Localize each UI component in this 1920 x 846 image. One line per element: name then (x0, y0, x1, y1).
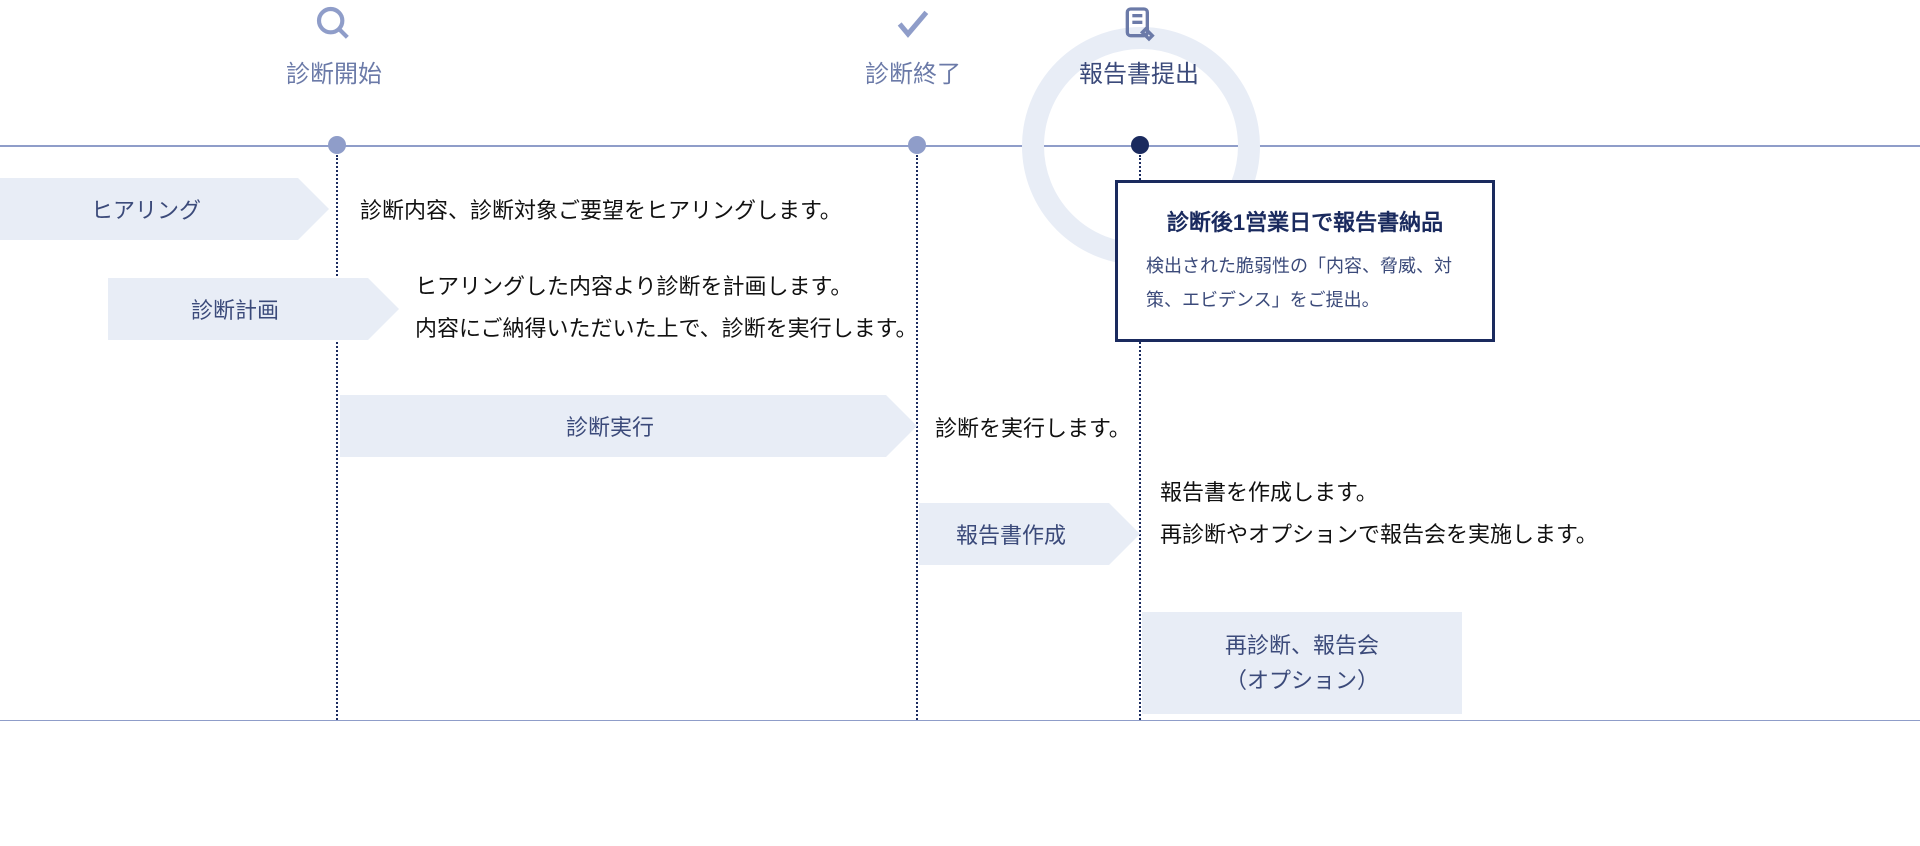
option-line2: （オプション） (1142, 663, 1462, 698)
step-plan: 診断計画 (108, 278, 368, 340)
step-write-desc: 報告書を作成します。 再診断やオプションで報告会を実施します。 (1160, 472, 1598, 556)
timeline-line (0, 145, 1920, 147)
milestone-report-dot (1131, 136, 1149, 154)
milestone-start: 診断開始 (286, 0, 382, 89)
step-write: 報告書作成 (919, 503, 1109, 565)
milestone-end: 診断終了 (865, 0, 961, 89)
step-hearing-desc: 診断内容、診断対象ご要望をヒアリングします。 (360, 190, 842, 232)
document-icon (1115, 0, 1163, 48)
milestone-start-label: 診断開始 (286, 54, 382, 89)
callout-body: 検出された脆弱性の「内容、脅威、対策、エビデンス」をご提出。 (1146, 249, 1464, 317)
milestone-report-label: 報告書提出 (1079, 54, 1199, 89)
search-icon (310, 0, 358, 48)
timeline-bottom-line (0, 720, 1920, 721)
callout-title: 診断後1営業日で報告書納品 (1146, 205, 1464, 237)
vline-start (336, 155, 338, 720)
callout-report-delivery: 診断後1営業日で報告書納品 検出された脆弱性の「内容、脅威、対策、エビデンス」を… (1115, 180, 1495, 342)
milestone-start-dot (328, 136, 346, 154)
step-write-label: 報告書作成 (956, 518, 1066, 550)
option-box: 再診断、報告会 （オプション） (1142, 612, 1462, 714)
milestone-end-label: 診断終了 (865, 54, 961, 89)
step-hearing: ヒアリング (0, 178, 298, 240)
check-icon (889, 0, 937, 48)
step-exec-label: 診断実行 (566, 410, 654, 442)
step-plan-desc: ヒアリングした内容より診断を計画します。 内容にご納得いただいた上で、診断を実行… (415, 266, 917, 350)
step-exec-desc: 診断を実行します。 (935, 408, 1131, 450)
milestone-report: 報告書提出 (1079, 0, 1199, 89)
option-line1: 再診断、報告会 (1142, 628, 1462, 663)
step-plan-label: 診断計画 (191, 293, 279, 325)
milestone-end-dot (908, 136, 926, 154)
step-hearing-label: ヒアリング (91, 193, 201, 225)
step-exec: 診断実行 (340, 395, 886, 457)
